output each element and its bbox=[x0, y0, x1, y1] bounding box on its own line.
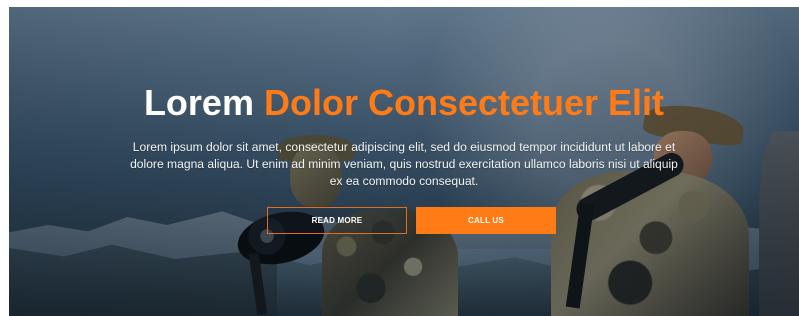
hero-banner: Lorem Dolor Consectetuer Elit Lorem ipsu… bbox=[9, 7, 799, 316]
hero-title-white-text: Lorem bbox=[143, 82, 254, 123]
hero-title: Lorem Dolor Consectetuer Elit bbox=[9, 82, 799, 124]
page-frame: Lorem Dolor Consectetuer Elit Lorem ipsu… bbox=[0, 0, 799, 316]
hero-title-accent-text: Dolor Consectetuer Elit bbox=[263, 82, 665, 123]
hero-description: Lorem ipsum dolor sit amet, consectetur … bbox=[130, 140, 678, 188]
read-more-button[interactable]: READ MORE bbox=[267, 207, 407, 234]
call-us-button[interactable]: CALL US bbox=[416, 207, 556, 234]
hero-content: Lorem Dolor Consectetuer Elit Lorem ipsu… bbox=[9, 7, 799, 316]
